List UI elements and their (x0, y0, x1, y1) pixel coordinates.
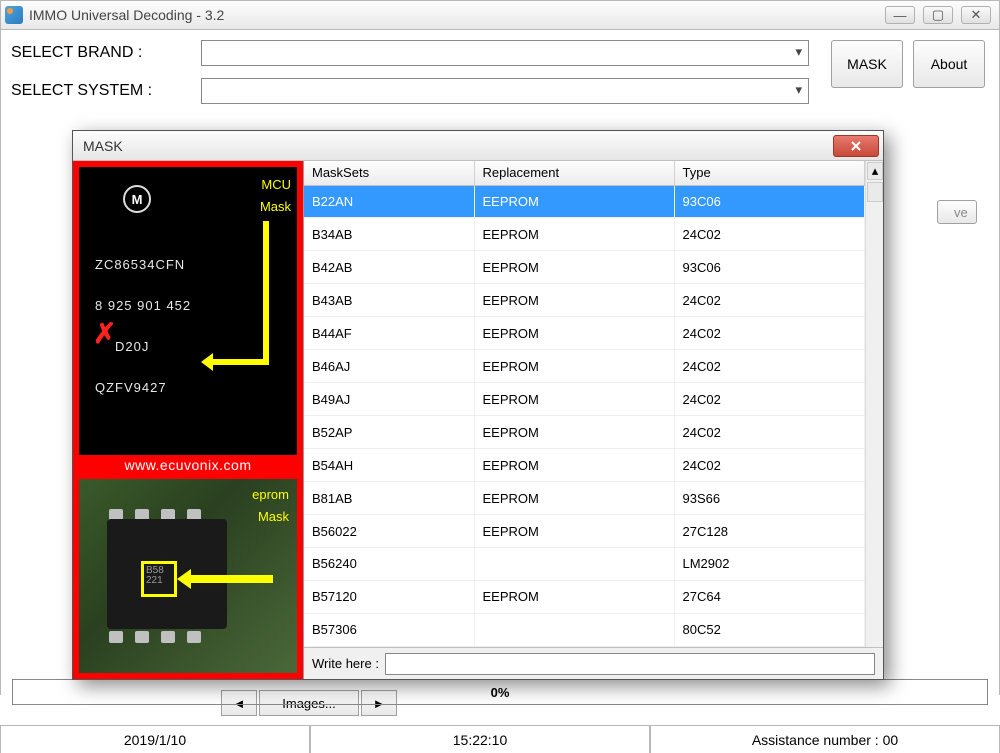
image-panel: MCU Mask M ZC86534CFN 8 925 901 452 D20J… (73, 161, 303, 679)
mcu-line1: ZC86534CFN (95, 257, 185, 272)
scroll-up-button[interactable]: ▴ (867, 162, 883, 180)
status-bar: 2019/1/10 15:22:10 Assistance number : 0… (0, 725, 1000, 753)
table-row[interactable]: B34ABEEPROM24C02 (304, 218, 865, 251)
mcu-chip-image: MCU Mask M ZC86534CFN 8 925 901 452 D20J… (79, 167, 297, 455)
mask-table[interactable]: MaskSets Replacement Type B22ANEEPROM93C… (304, 161, 865, 647)
table-row[interactable]: B46AJEEPROM24C02 (304, 350, 865, 383)
system-select[interactable] (201, 78, 809, 104)
table-row[interactable]: B52APEEPROM24C02 (304, 416, 865, 449)
mask-table-area: MaskSets Replacement Type B22ANEEPROM93C… (303, 161, 883, 679)
red-x-icon: ✗ (93, 317, 116, 350)
eprom-label-2: Mask (258, 509, 289, 524)
eprom-chip-image: eprom Mask B58 221 (79, 479, 297, 673)
col-masksets[interactable]: MaskSets (304, 161, 474, 185)
table-row[interactable]: B81ABEEPROM93S66 (304, 482, 865, 515)
chip-mark: B58 221 (141, 561, 177, 597)
progress-text: 0% (491, 685, 510, 700)
background-button[interactable]: ve (937, 200, 977, 224)
eprom-label-1: eprom (252, 487, 289, 502)
mcu-label-2: Mask (260, 199, 291, 214)
table-row[interactable]: B54AHEEPROM24C02 (304, 449, 865, 482)
col-replacement[interactable]: Replacement (474, 161, 674, 185)
mask-dialog: MASK MCU Mask M ZC86534CFN 8 925 901 452… (72, 130, 884, 680)
progress-bar: 0% (12, 679, 988, 705)
mcu-label-1: MCU (261, 177, 291, 192)
table-row[interactable]: B43ABEEPROM24C02 (304, 284, 865, 317)
motorola-logo-icon: M (123, 185, 151, 213)
mcu-arrow-icon (263, 221, 269, 365)
minimize-button[interactable]: — (885, 6, 915, 24)
mcu-line2: 8 925 901 452 (95, 298, 191, 313)
dialog-close-button[interactable] (833, 135, 879, 157)
brand-select[interactable] (201, 40, 809, 66)
status-assistance: Assistance number : 00 (650, 726, 1000, 753)
table-row[interactable]: B42ABEEPROM93C06 (304, 251, 865, 284)
dialog-title: MASK (83, 138, 833, 154)
table-row[interactable]: B56022EEPROM27C128 (304, 515, 865, 548)
status-time: 15:22:10 (310, 726, 650, 753)
eprom-arrow-icon (187, 575, 273, 583)
main-titlebar: IMMO Universal Decoding - 3.2 — ▢ ✕ (0, 0, 1000, 30)
close-button[interactable]: ✕ (961, 6, 991, 24)
write-input[interactable] (385, 653, 875, 675)
url-text: www.ecuvonix.com (79, 457, 297, 477)
close-icon (850, 140, 862, 152)
mcu-line3: D20J (115, 339, 149, 354)
scroll-thumb[interactable] (867, 182, 883, 202)
window-title: IMMO Universal Decoding - 3.2 (29, 7, 885, 23)
table-row[interactable]: B49AJEEPROM24C02 (304, 383, 865, 416)
table-scrollbar[interactable]: ▴ (865, 161, 883, 647)
about-button[interactable]: About (913, 40, 985, 88)
brand-label: SELECT BRAND : (11, 44, 201, 62)
table-row[interactable]: B44AFEEPROM24C02 (304, 317, 865, 350)
app-icon (5, 6, 23, 24)
col-type[interactable]: Type (674, 161, 865, 185)
table-row[interactable]: B57120EEPROM27C64 (304, 580, 865, 613)
table-row[interactable]: B22ANEEPROM93C06 (304, 185, 865, 218)
mcu-line4: QZFV9427 (95, 380, 167, 395)
dialog-titlebar[interactable]: MASK (73, 131, 883, 161)
status-date: 2019/1/10 (0, 726, 310, 753)
maximize-button[interactable]: ▢ (923, 6, 953, 24)
table-row[interactable]: B56240LM2902 (304, 547, 865, 580)
write-label: Write here : (312, 656, 379, 671)
mask-button[interactable]: MASK (831, 40, 903, 88)
system-label: SELECT SYSTEM : (11, 82, 201, 100)
table-row[interactable]: B5730680C52 (304, 613, 865, 646)
